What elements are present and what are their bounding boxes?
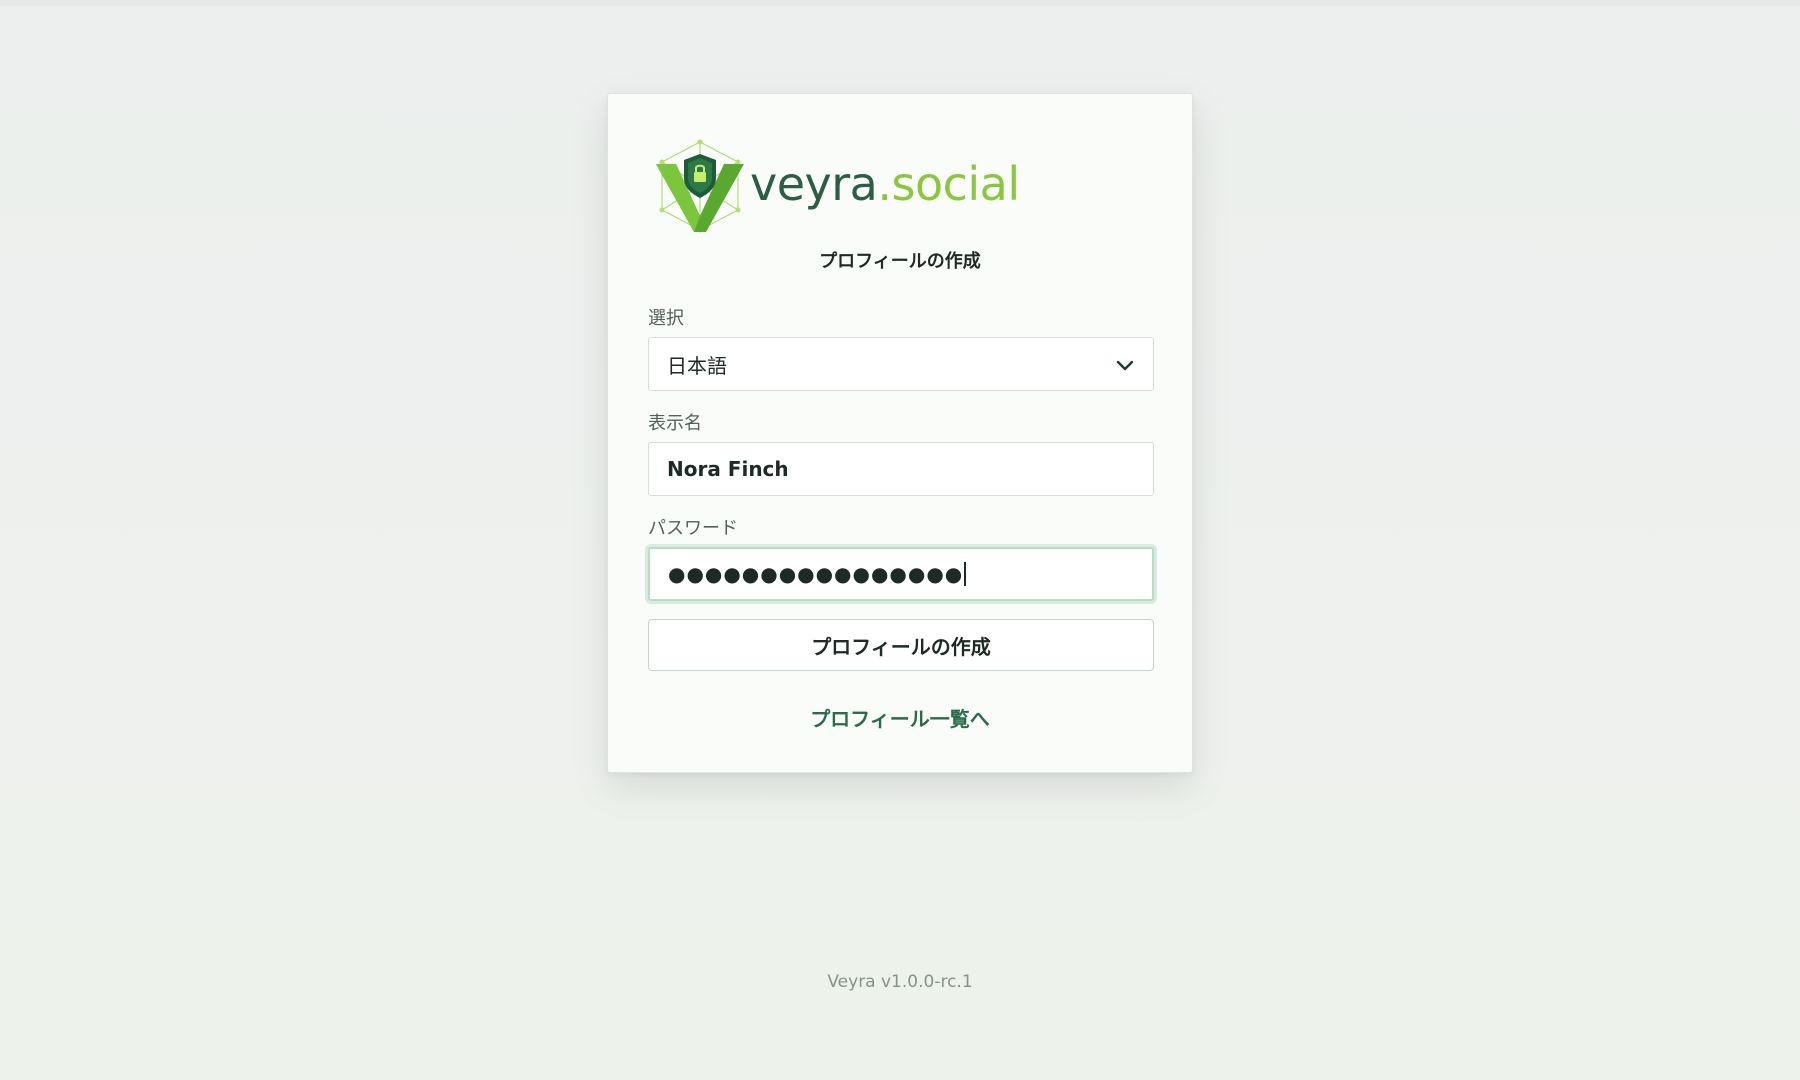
veyra-shield-logo-icon (656, 139, 744, 233)
page-title: プロフィールの作成 (819, 251, 981, 272)
display-name-label: 表示名 (648, 413, 702, 434)
language-label: 選択 (648, 308, 684, 329)
top-strip (0, 0, 1800, 6)
language-select[interactable]: 日本語 (648, 337, 1154, 391)
brand-name: veyra (750, 157, 878, 211)
password-masked-value: ●●●●●●●●●●●●●●●● (668, 562, 964, 586)
version-text: Veyra v1.0.0-rc.1 (827, 972, 973, 992)
brand-tld: .social (877, 157, 1020, 211)
password-input[interactable]: ●●●●●●●●●●●●●●●● (648, 547, 1154, 601)
password-label: パスワード (648, 518, 738, 539)
brand-wordmark: veyra.social (750, 161, 1020, 207)
profile-list-link[interactable]: プロフィール一覧へ (608, 703, 1192, 732)
display-name-input[interactable]: Nora Finch (648, 442, 1154, 496)
create-profile-button[interactable]: プロフィールの作成 (648, 619, 1154, 671)
create-profile-card: veyra.social プロフィールの作成 選択 日本語 表示名 Nora F… (607, 93, 1193, 773)
language-select-value: 日本語 (667, 353, 727, 378)
chevron-down-icon (1116, 360, 1134, 371)
display-name-value: Nora Finch (667, 457, 789, 481)
brand-logo: veyra.social (650, 136, 1020, 236)
text-caret (964, 562, 967, 586)
